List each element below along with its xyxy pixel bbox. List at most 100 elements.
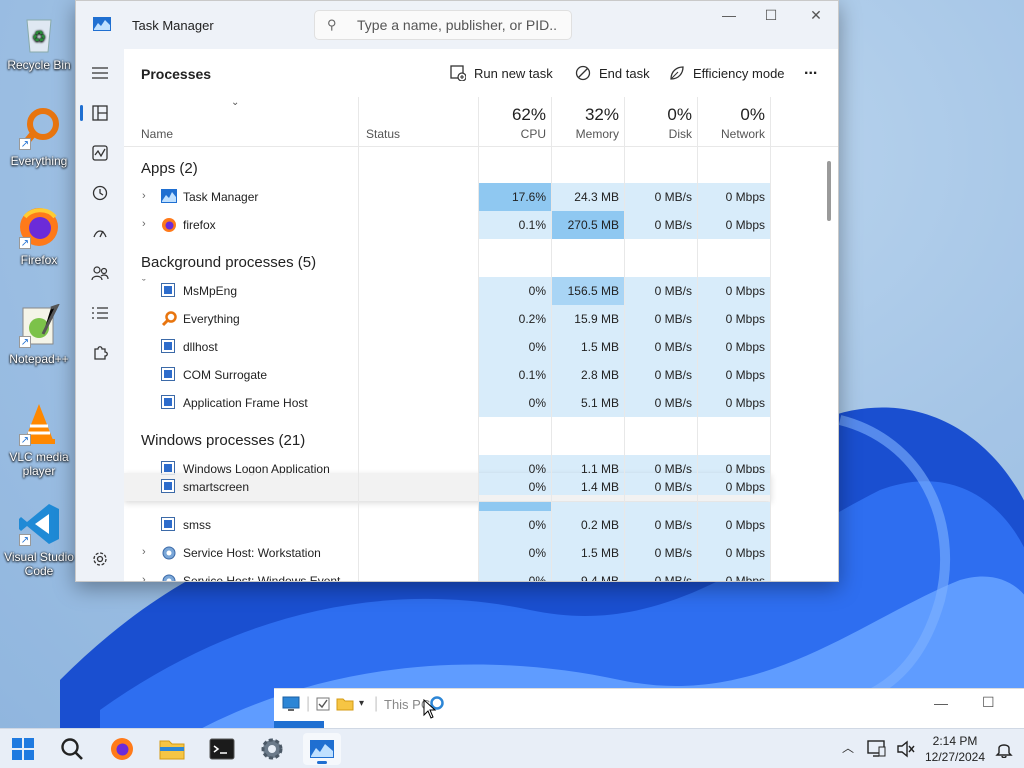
table-row[interactable]: smss 0% 0.2 MB 0 MB/s 0 Mbps — [124, 511, 771, 539]
nav-app-history[interactable] — [80, 176, 120, 210]
window-title: Task Manager — [132, 18, 214, 33]
cpu-value: 0.1% — [479, 361, 552, 389]
more-options-button[interactable]: ... — [804, 61, 817, 79]
expand-chevron-icon[interactable]: › — [142, 190, 146, 202]
desktop-icon-label: Visual Studio Code — [4, 550, 74, 578]
show-hidden-icons-chevron[interactable]: ︿ — [842, 739, 854, 756]
everything-process-icon — [161, 311, 177, 327]
expand-chevron-icon[interactable]: › — [142, 218, 146, 230]
table-row[interactable]: COM Surrogate 0.1% 2.8 MB 0 MB/s 0 Mbps — [124, 361, 771, 389]
column-label-status: Status — [366, 127, 401, 141]
nav-startup-apps[interactable] — [80, 216, 120, 250]
search-input[interactable] — [357, 16, 557, 34]
desktop-icon-recycle-bin[interactable]: ♻ Recycle Bin — [0, 10, 78, 72]
cpu-value: 17.6% — [479, 183, 552, 211]
disk-value: 0 MB/s — [625, 389, 698, 417]
column-divider — [697, 97, 698, 581]
table-row[interactable]: dllhost 0% 1.5 MB 0 MB/s 0 Mbps — [124, 333, 771, 361]
table-row[interactable]: Application Frame Host 0% 5.1 MB 0 MB/s … — [124, 389, 771, 417]
process-name: dllhost — [183, 340, 218, 354]
search-button[interactable] — [53, 733, 91, 765]
firefox-icon — [111, 738, 133, 760]
taskbar-task-manager[interactable] — [303, 733, 341, 765]
column-header-status[interactable]: Status — [359, 97, 479, 147]
start-button[interactable] — [4, 733, 42, 765]
folder-icon[interactable] — [336, 697, 354, 711]
services-puzzle-icon — [94, 346, 108, 360]
vertical-scrollbar-thumb[interactable] — [827, 161, 831, 221]
table-row[interactable]: › Service Host: Windows Event 0% 9.4 MB … — [124, 567, 771, 581]
separator: | — [306, 695, 311, 712]
end-task-button[interactable]: End task — [575, 65, 650, 81]
minimize-button[interactable]: — — [934, 695, 948, 711]
group-title-windows: Windows processes (21) — [141, 432, 306, 449]
table-row[interactable]: › Task Manager 17.6% 24.3 MB 0 MB/s 0 Mb… — [124, 183, 771, 211]
sort-chevron-icon: ⌄ — [231, 97, 240, 108]
taskbar-settings[interactable] — [253, 733, 291, 765]
shortcut-arrow-icon: ↗ — [19, 434, 31, 446]
table-row-dragging[interactable]: smartscreen 0% 1.4 MB 0 MB/s 0 Mbps — [124, 473, 771, 501]
memory-total: 32% — [584, 105, 619, 124]
maximize-button[interactable]: ☐ — [982, 694, 995, 711]
nav-services[interactable] — [80, 336, 120, 370]
memory-value: 1.5 MB — [552, 539, 625, 567]
expand-chevron-icon[interactable]: › — [142, 574, 146, 581]
expand-chevron-icon[interactable]: › — [142, 546, 146, 558]
cpu-value: 0% — [479, 511, 552, 539]
column-header-memory[interactable]: 32% Memory — [552, 97, 625, 147]
search-box[interactable]: ⚲ — [314, 10, 572, 40]
nav-processes[interactable] — [80, 96, 120, 130]
header-divider — [124, 146, 838, 147]
system-clock[interactable]: 2:14 PM 12/27/2024 — [920, 733, 990, 765]
file-explorer-window[interactable]: | ▾ | This PC — ☐ — [274, 688, 1024, 731]
task-manager-window: Task Manager ⚲ — ☐ ✕ — [75, 0, 839, 582]
nav-performance[interactable] — [80, 136, 120, 170]
taskbar-terminal[interactable] — [203, 733, 241, 765]
close-button[interactable]: ✕ — [796, 7, 836, 27]
cpu-value: 0.2% — [479, 305, 552, 333]
desktop-icon-vlc[interactable]: ↗ VLC media player — [0, 402, 78, 478]
desktop-icon-everything[interactable]: ↗ Everything — [0, 106, 78, 168]
nav-settings[interactable] — [80, 542, 120, 576]
process-icon — [161, 367, 177, 383]
table-row[interactable]: › firefox 0.1% 270.5 MB 0 MB/s 0 Mbps — [124, 211, 771, 239]
nav-users[interactable] — [80, 256, 120, 290]
checkmark-properties-icon[interactable] — [316, 697, 330, 711]
efficiency-mode-button[interactable]: Efficiency mode — [669, 65, 785, 81]
mouse-cursor-icon — [423, 699, 437, 719]
shortcut-arrow-icon: ↗ — [19, 336, 31, 348]
service-host-gear-icon — [161, 573, 177, 581]
process-icon — [161, 479, 177, 495]
table-row[interactable]: › Service Host: Workstation 0% 1.5 MB 0 … — [124, 539, 771, 567]
process-name: MsMpEng — [183, 284, 238, 298]
column-header-cpu[interactable]: 62% CPU — [479, 97, 552, 147]
minimize-button[interactable]: — — [709, 7, 749, 27]
column-header-network[interactable]: 0% Network — [698, 97, 771, 147]
command-bar: Processes Run new task End task Efficien… — [124, 49, 838, 97]
taskbar-firefox[interactable] — [103, 733, 141, 765]
quick-access-dropdown-icon[interactable]: ▾ — [359, 698, 364, 709]
expand-chevron-icon[interactable]: ˇ — [142, 278, 146, 290]
recycle-bin-icon: ♻ — [17, 10, 61, 54]
taskbar-file-explorer[interactable] — [153, 733, 191, 765]
display-network-icon[interactable] — [867, 740, 887, 758]
maximize-button[interactable]: ☐ — [751, 7, 791, 27]
column-header-disk[interactable]: 0% Disk — [625, 97, 698, 147]
row-heat-strip — [552, 502, 771, 511]
desktop-icon-notepad-plus-plus[interactable]: ↗ Notepad++ — [0, 303, 78, 366]
desktop-icon-firefox[interactable]: ↗ Firefox — [0, 205, 78, 267]
memory-value: 9.4 MB — [552, 567, 625, 581]
column-header-name[interactable]: ⌄ Name — [124, 97, 358, 147]
desktop-icon-vscode[interactable]: ↗ Visual Studio Code — [0, 502, 78, 578]
run-new-task-button[interactable]: Run new task — [450, 65, 553, 81]
volume-muted-icon[interactable] — [896, 740, 916, 758]
table-row[interactable]: ˇ MsMpEng 0% 156.5 MB 0 MB/s 0 Mbps — [124, 277, 771, 305]
group-title-background: Background processes (5) — [141, 254, 317, 271]
notification-bell-icon[interactable] — [995, 740, 1013, 758]
hamburger-menu-button[interactable] — [80, 56, 120, 90]
title-bar[interactable]: Task Manager ⚲ — ☐ ✕ — [76, 1, 838, 49]
leaf-icon — [670, 66, 684, 80]
process-name: Everything — [183, 312, 240, 326]
table-row[interactable]: Everything 0.2% 15.9 MB 0 MB/s 0 Mbps — [124, 305, 771, 333]
nav-details[interactable] — [80, 296, 120, 330]
